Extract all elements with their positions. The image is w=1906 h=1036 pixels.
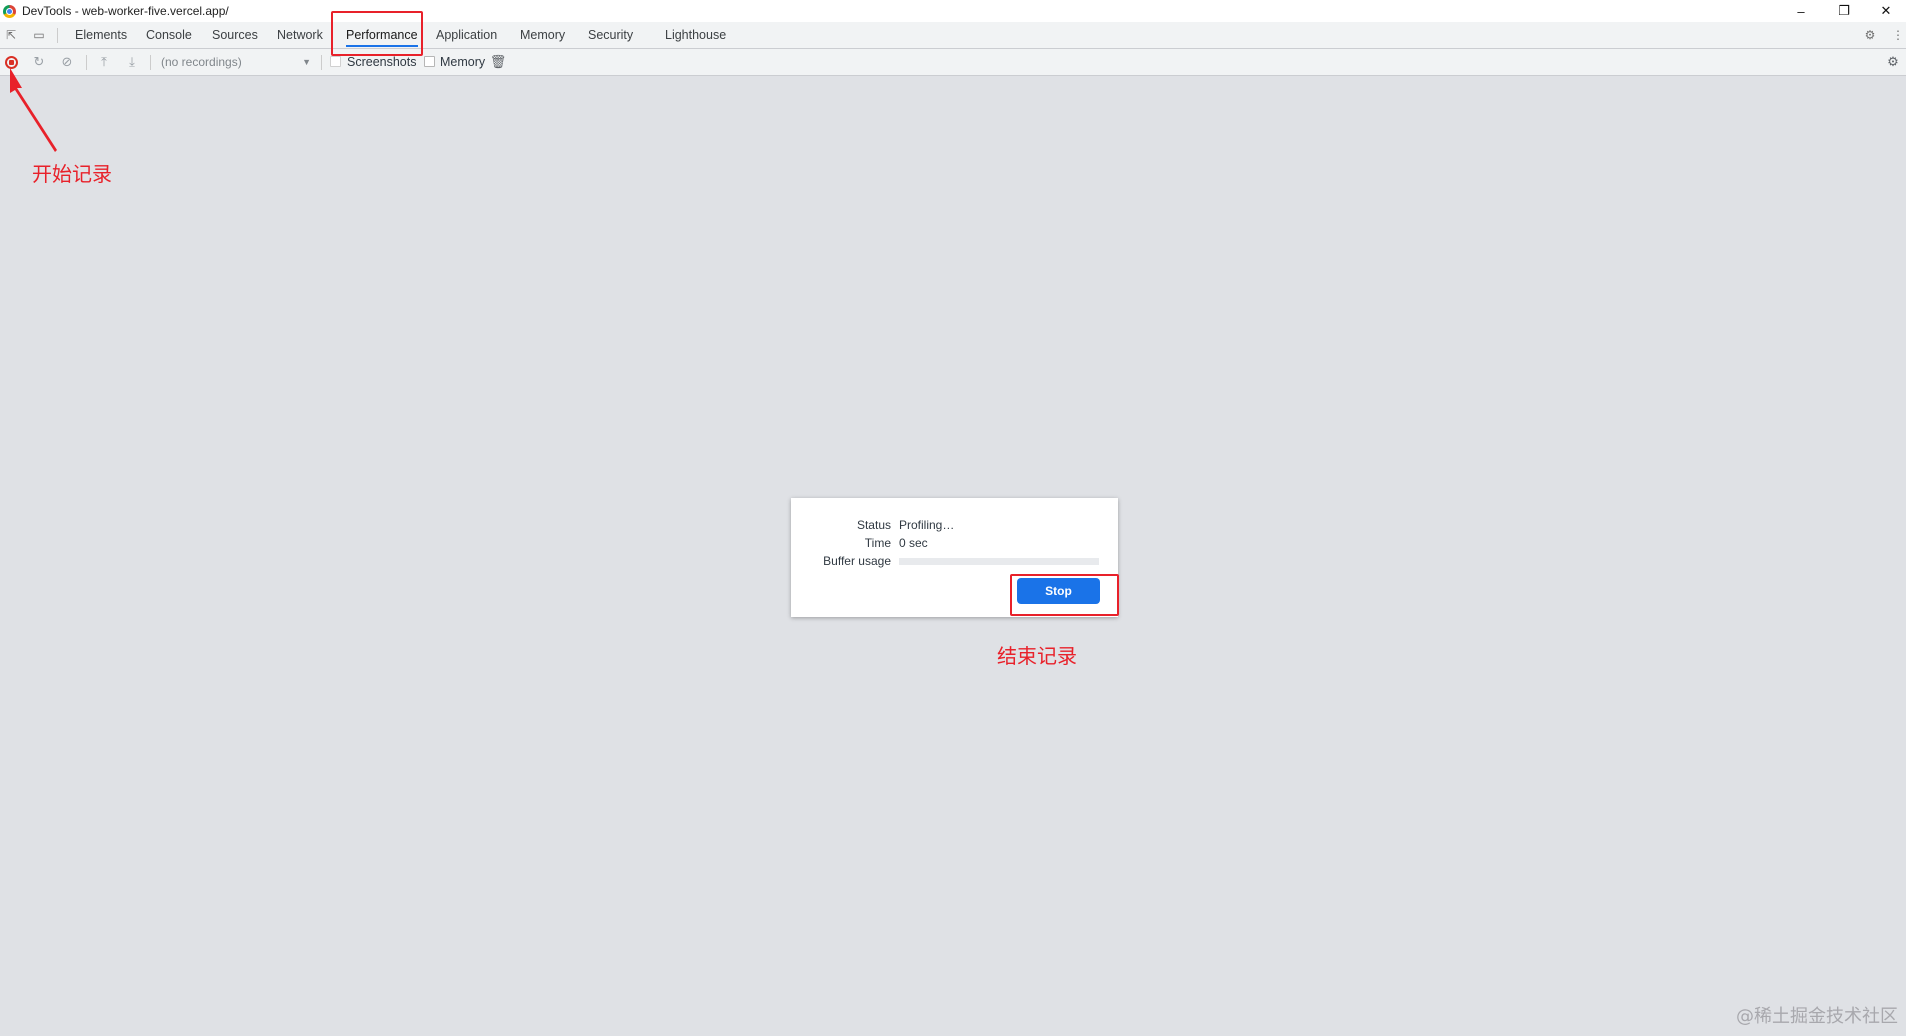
restore-icon[interactable]: ❐ [1824, 0, 1864, 22]
more-options-icon[interactable]: ⋮ [1890, 27, 1906, 43]
device-toolbar-icon[interactable]: ▭ [31, 27, 47, 43]
tab-sources[interactable]: Sources [212, 22, 258, 48]
minimize-icon[interactable]: – [1781, 0, 1821, 22]
tab-elements[interactable]: Elements [75, 22, 127, 48]
save-profile-icon[interactable]: ⤓ [123, 53, 141, 71]
tab-console[interactable]: Console [146, 22, 192, 48]
toolbar-divider [150, 55, 151, 70]
close-icon[interactable]: ✕ [1866, 0, 1906, 22]
inspect-element-icon[interactable]: ⇱ [3, 27, 19, 43]
start-arrow-annotation [10, 68, 57, 152]
buffer-usage-bar [899, 558, 1099, 565]
tabbar-divider [57, 28, 58, 43]
window-titlebar: DevTools - web-worker-five.vercel.app/ [0, 0, 1906, 22]
time-value: 0 sec [899, 536, 928, 550]
screenshots-checkbox[interactable] [330, 56, 341, 67]
toolbar-divider [321, 55, 322, 70]
trash-icon[interactable]: 🗑 [489, 53, 507, 71]
tab-security[interactable]: Security [588, 22, 633, 48]
status-value: Profiling… [899, 518, 955, 532]
window-title: DevTools - web-worker-five.vercel.app/ [22, 4, 229, 18]
tab-lighthouse[interactable]: Lighthouse [665, 22, 726, 48]
settings-gear-icon[interactable]: ⚙ [1862, 27, 1878, 43]
watermark: @稀土掘金技术社区 [1736, 1006, 1898, 1027]
chrome-icon [3, 4, 16, 18]
status-label: Status [856, 518, 891, 532]
tab-application[interactable]: Application [436, 22, 497, 48]
tab-memory[interactable]: Memory [520, 22, 565, 48]
toolbar-divider [86, 55, 87, 70]
start-recording-annotation: 开始记录 [32, 162, 112, 186]
memory-checkbox[interactable] [424, 56, 435, 67]
memory-label: Memory [440, 55, 486, 69]
recordings-select-value: (no recordings) [161, 55, 242, 69]
load-profile-icon[interactable]: ⤒ [95, 53, 113, 71]
recordings-select[interactable]: (no recordings) ▼ [161, 53, 311, 71]
time-label: Time [864, 536, 891, 550]
stop-recording-annotation: 结束记录 [997, 644, 1077, 668]
performance-toolbar: ↻ ⊘ ⤒ ⤓ (no recordings) ▼ Screenshots Me… [0, 49, 1906, 76]
performance-tab-highlight [331, 11, 423, 56]
stop-button-highlight [1010, 574, 1119, 616]
devtools-tabbar: ⇱ ▭ Elements Console Sources Network Per… [0, 22, 1906, 49]
chevron-down-icon: ▼ [302, 57, 311, 67]
tab-network[interactable]: Network [277, 22, 323, 48]
capture-settings-gear-icon[interactable]: ⚙ [1884, 53, 1902, 71]
buffer-usage-label: Buffer usage [823, 554, 891, 568]
